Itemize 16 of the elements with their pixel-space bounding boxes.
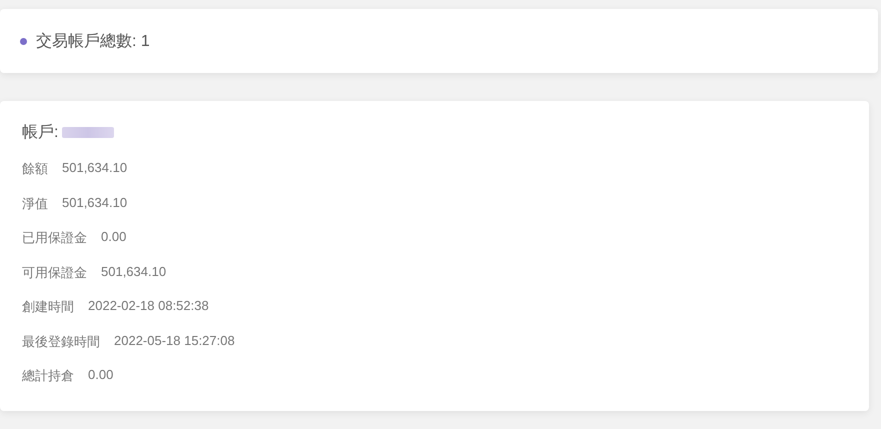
field-value: 0.00 <box>101 229 126 244</box>
account-count: 交易帳戶總數: 1 <box>36 32 150 52</box>
field-value: 501,634.10 <box>101 264 166 278</box>
field-label: 可用保證金 <box>22 264 87 282</box>
field-value: 501,634.10 <box>62 194 128 210</box>
field-label: 已用保證金 <box>22 229 87 247</box>
field-value: 2022-02-18 08:52:38 <box>88 298 209 313</box>
field-label: 創建時間 <box>22 298 74 316</box>
field-label: 總計持倉 <box>22 367 74 385</box>
field-label: 餘額 <box>22 160 48 178</box>
field-value: 501,634.10 <box>62 160 128 175</box>
field-value: 2022-05-18 15:27:08 <box>114 332 235 348</box>
field-value: 0.00 <box>88 367 114 382</box>
field-label: 最後登錄時間 <box>22 332 100 350</box>
field-label: 淨值 <box>22 194 48 212</box>
account-title: 帳戶: <box>22 122 58 142</box>
